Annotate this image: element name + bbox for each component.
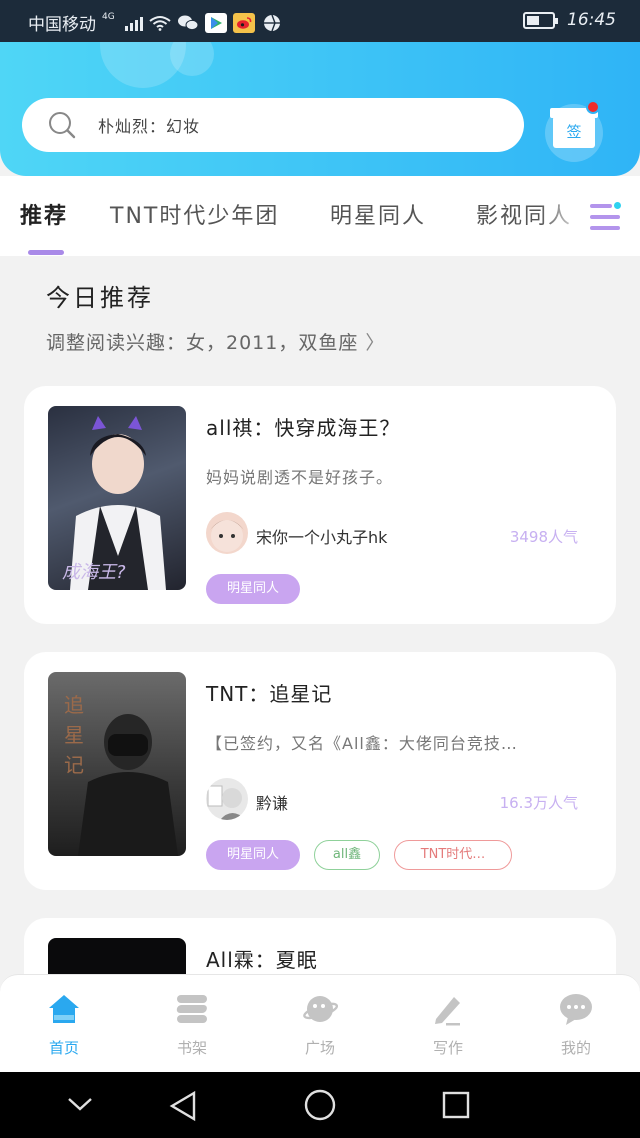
chevron-right-icon: 〉	[365, 332, 386, 354]
svg-text:记: 记	[64, 753, 84, 777]
nav-label: 书架	[176, 1039, 207, 1057]
nav-home[interactable]: 首页	[24, 991, 104, 1058]
book-description: 妈妈说剧透不是好孩子。	[206, 468, 394, 487]
status-bar: 中国移动 4G 16:45	[0, 0, 640, 42]
reading-interest-link[interactable]: 调整阅读兴趣：女，2011，双鱼座 〉	[46, 328, 385, 355]
nav-label: 写作	[432, 1039, 463, 1057]
popularity-count: 16.3万人气	[499, 794, 578, 812]
sign-in-label: 签	[553, 116, 595, 148]
author-avatar	[206, 512, 248, 554]
bookshelf-icon	[176, 995, 207, 1023]
nav-plaza[interactable]: 广场	[280, 991, 360, 1058]
header: 朴灿烈：幻妆 签	[0, 42, 640, 176]
search-icon	[49, 112, 76, 139]
pencil-icon	[435, 997, 460, 1026]
wechat-icon	[177, 13, 199, 33]
book-card[interactable]: 追 星 记 TNT：追星记 【已签约，又名《All鑫：大佬同台竞技… 黔谦 16…	[24, 652, 616, 890]
svg-text:追: 追	[64, 693, 84, 717]
nav-label: 广场	[304, 1039, 335, 1057]
search-bar[interactable]: 朴灿烈：幻妆	[22, 98, 524, 152]
book-cover: 成海王?	[48, 406, 186, 590]
book-title: All霖：夏眠	[206, 948, 318, 972]
network-type: 4G	[102, 11, 115, 22]
nav-bookshelf[interactable]: 书架	[152, 991, 232, 1058]
battery-icon	[523, 11, 558, 29]
reading-interest-text: 调整阅读兴趣：女，2011，双鱼座	[46, 332, 359, 354]
play-store-icon	[204, 12, 227, 33]
book-description: 【已签约，又名《All鑫：大佬同台竞技…	[206, 734, 518, 753]
home-icon	[49, 995, 79, 1023]
signal-icon	[124, 15, 143, 31]
nav-label: 首页	[48, 1039, 79, 1057]
author-name: 黔谦	[256, 794, 289, 813]
sign-in-button[interactable]: 签	[550, 100, 600, 148]
tabs-fade	[540, 176, 586, 256]
notification-dot	[586, 100, 600, 114]
tab-star-fanfic[interactable]: 明星同人	[330, 198, 426, 230]
wifi-icon	[149, 13, 171, 33]
nav-write[interactable]: 写作	[408, 991, 488, 1058]
author-avatar	[206, 778, 248, 820]
book-title: all祺：快穿成海王？	[206, 416, 401, 440]
home-circle-icon[interactable]	[303, 1088, 337, 1126]
chat-bubble-icon	[560, 994, 592, 1025]
search-placeholder: 朴灿烈：幻妆	[98, 117, 201, 136]
tab-tnt[interactable]: TNT时代少年团	[110, 198, 279, 230]
clock: 16:45	[567, 10, 616, 30]
active-tab-indicator	[28, 250, 64, 255]
book-title: TNT：追星记	[206, 682, 333, 706]
author-name: 宋你一个小丸子hk	[256, 528, 388, 547]
planet-icon	[303, 996, 338, 1022]
bottom-navigation: 首页 书架 广场 写作 我的	[0, 974, 640, 1072]
section-title: 今日推荐	[46, 284, 154, 312]
nav-profile[interactable]: 我的	[536, 991, 616, 1058]
book-cover: 追 星 记	[48, 672, 186, 856]
genre-tag[interactable]: 明星同人	[206, 574, 300, 604]
category-menu-icon[interactable]	[588, 202, 622, 232]
nav-label: 我的	[560, 1039, 591, 1057]
keyword-tag[interactable]: TNT时代…	[394, 840, 512, 870]
book-card[interactable]: 成海王? all祺：快穿成海王？ 妈妈说剧透不是好孩子。 宋你一个小丸子hk 3…	[24, 386, 616, 624]
carrier-name: 中国移动	[28, 15, 96, 35]
browser-icon	[261, 13, 283, 33]
svg-text:成海王?: 成海王?	[62, 562, 126, 583]
recents-icon[interactable]	[441, 1090, 471, 1124]
system-navigation-bar	[0, 1072, 640, 1138]
category-tabs: 推荐 TNT时代少年团 明星同人 影视同人	[0, 176, 640, 256]
svg-text:星: 星	[64, 723, 84, 747]
tab-recommend[interactable]: 推荐	[20, 198, 68, 230]
hide-keyboard-icon[interactable]	[66, 1094, 94, 1118]
back-icon[interactable]	[168, 1090, 198, 1126]
keyword-tag[interactable]: all鑫	[314, 840, 380, 870]
popularity-count: 3498人气	[509, 528, 578, 546]
weibo-icon	[232, 12, 255, 33]
genre-tag[interactable]: 明星同人	[206, 840, 300, 870]
